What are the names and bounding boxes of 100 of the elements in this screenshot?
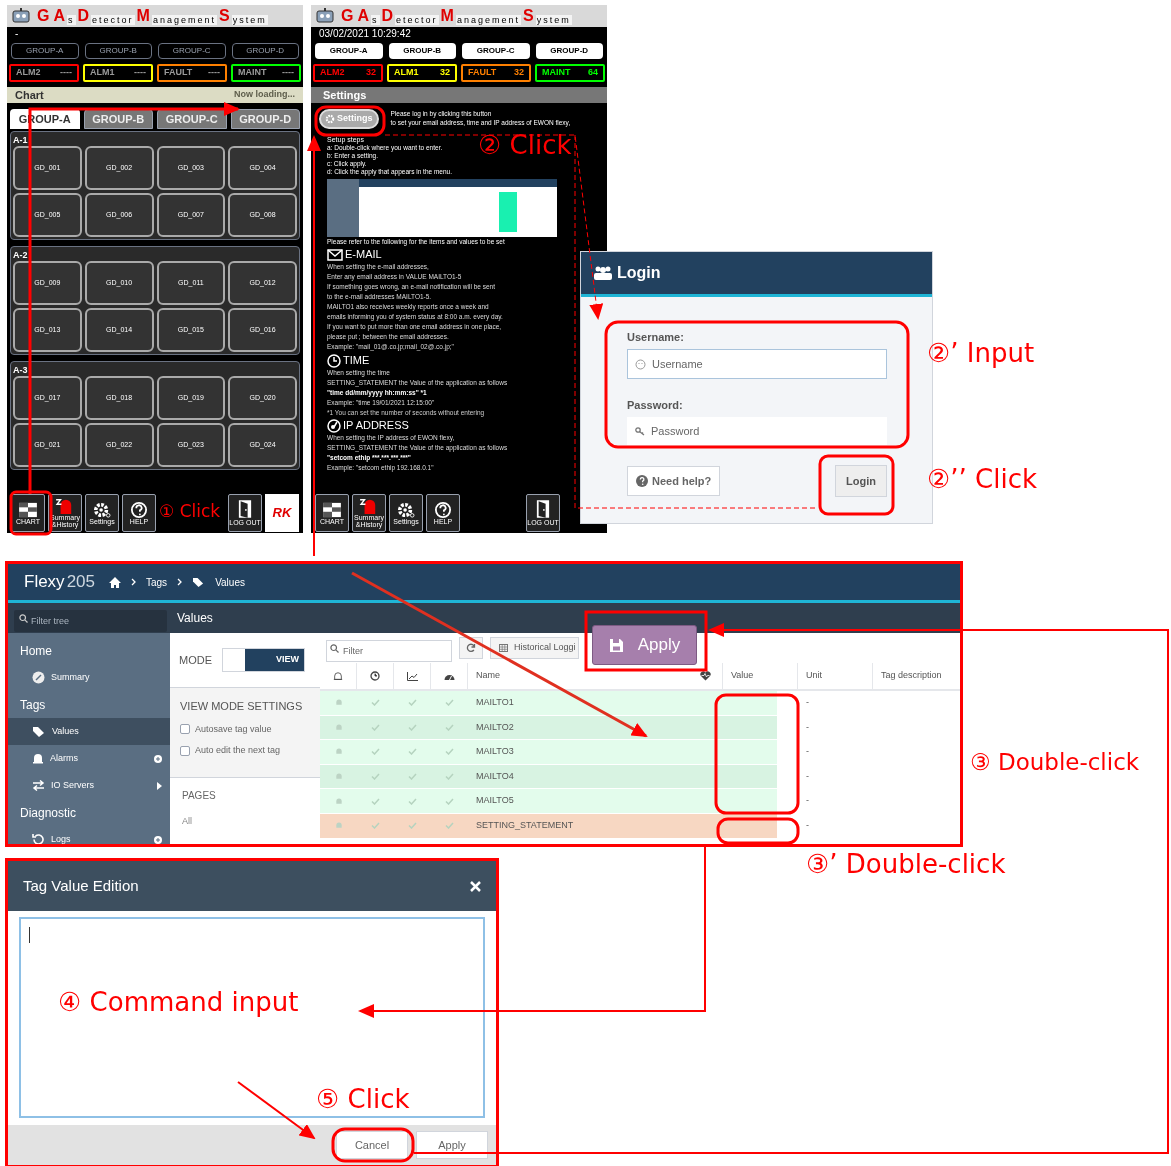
section-heading: IP ADDRESS (343, 419, 409, 432)
step-annotation: ②’ Input (927, 338, 1035, 368)
area-label: A-1 (13, 134, 28, 146)
tag-name: MAILTO1 (476, 697, 514, 708)
step-annotation: ②’’ Click (927, 464, 1038, 494)
tag-name: SETTING_STATEMENT (476, 820, 574, 830)
checkbox[interactable] (180, 745, 190, 756)
sidebar-group[interactable]: Diagnostic (20, 803, 77, 822)
door-icon (238, 499, 252, 519)
cancel-button[interactable]: Cancel (336, 1131, 408, 1159)
home-icon (109, 576, 121, 588)
apply-button[interactable]: Apply (416, 1131, 488, 1159)
row-highlight[interactable]: MAILTO3 (320, 740, 777, 764)
group-button[interactable]: GROUP-B (84, 43, 152, 59)
column-header: Value (731, 669, 754, 683)
globe-icon (327, 418, 341, 433)
group-button[interactable]: GROUP-B (388, 43, 456, 59)
sidebar-item[interactable]: Values (8, 718, 170, 745)
company-logo: RK (265, 494, 299, 532)
group-button[interactable]: GROUP-D (535, 43, 603, 59)
brand-name: Flexy205 (24, 571, 95, 594)
login-button[interactable]: Login (835, 465, 887, 497)
highlight-outline (9, 490, 53, 536)
settings-icon (91, 501, 113, 518)
group-button[interactable]: GROUP-C (462, 43, 530, 59)
step-annotation: ③’ Double-click (806, 849, 1006, 879)
unit-cell: - (806, 795, 809, 806)
sidebar-group[interactable]: Home (20, 641, 52, 660)
unit-cell: - (806, 721, 809, 732)
password-field[interactable]: Password (627, 417, 887, 445)
row-highlight[interactable]: MAILTO4 (320, 764, 777, 789)
tag-name: MAILTO4 (476, 770, 514, 781)
mode-toggle[interactable]: VIEW (222, 648, 305, 672)
page-link[interactable]: All (182, 815, 192, 829)
status-label: ALM2 (320, 66, 345, 80)
group-button[interactable]: GROUP-D (231, 43, 299, 59)
bell-icon (334, 747, 343, 757)
group-button[interactable]: GROUP-C (158, 43, 226, 59)
step-annotation: ① Click (159, 500, 221, 523)
smiley-icon (635, 358, 646, 370)
check-icon (371, 822, 380, 830)
gear-icon (325, 114, 335, 124)
check-icon (408, 797, 417, 805)
check-icon (408, 723, 417, 731)
status-count: ---- (60, 66, 72, 80)
tags-icon (32, 725, 46, 738)
bell-icon (334, 821, 343, 831)
historical-logging-button[interactable]: Historical Loggi (490, 637, 579, 659)
clock-icon (327, 353, 341, 368)
check-icon (371, 699, 380, 707)
close-icon[interactable] (470, 880, 481, 892)
status-label: MAINT (238, 66, 267, 80)
help-button[interactable]: Need help? (627, 466, 721, 496)
group-button[interactable]: GROUP-A (315, 43, 383, 59)
question-icon (636, 475, 648, 487)
column-header: Unit (806, 669, 822, 683)
group-tab[interactable]: GROUP-D (230, 109, 300, 129)
row-highlight[interactable]: SETTING_STATEMENT (320, 813, 777, 838)
tag-name: MAILTO3 (476, 746, 514, 757)
checkbox-label: Autosave tag value (195, 722, 272, 736)
row-highlight[interactable]: MAILTO5 (320, 789, 777, 813)
step-annotation: ④ Command input (58, 987, 299, 1017)
dialog-title: Tag Value Edition (23, 875, 139, 896)
bell-icon (334, 772, 343, 782)
area-label: A-3 (13, 364, 28, 376)
breadcrumb-link[interactable]: Tags (146, 574, 168, 590)
filter-field[interactable]: Filter (326, 640, 452, 662)
checkbox[interactable] (180, 724, 190, 735)
field-label: Password: (627, 397, 683, 413)
tree-filter-field[interactable]: Filter tree (14, 610, 167, 632)
group-button[interactable]: GROUP-A (11, 43, 79, 59)
status-count: 64 (588, 66, 598, 80)
status-label: MAINT (542, 66, 571, 80)
status-label: FAULT (468, 66, 497, 80)
value-text-area[interactable] (19, 917, 485, 1118)
status-count: ---- (282, 66, 294, 80)
check-icon (408, 822, 417, 830)
check-icon (445, 822, 454, 830)
group-tab[interactable]: GROUP-B (83, 109, 153, 129)
sidebar-group[interactable]: Tags (20, 695, 46, 714)
unit-cell: - (806, 820, 809, 830)
check-icon (371, 748, 380, 756)
heartbeat-icon (699, 671, 711, 681)
section-title: Settings (323, 87, 367, 103)
check-icon (408, 773, 417, 781)
breadcrumb-link[interactable]: Values (215, 574, 245, 590)
username-field[interactable]: Username (627, 348, 887, 379)
check-icon (408, 748, 417, 756)
section-heading: TIME (343, 354, 370, 367)
dialog-title: Login (617, 263, 661, 283)
check-icon (445, 748, 454, 756)
refresh-button[interactable] (459, 637, 483, 659)
users-icon (593, 265, 613, 281)
status-count: 32 (440, 66, 450, 80)
robot-icon (11, 8, 31, 24)
area-label: A-2 (13, 249, 28, 261)
check-icon (445, 699, 454, 707)
row-highlight[interactable]: MAILTO1 (320, 691, 777, 715)
search-icon (19, 614, 28, 623)
check-icon (445, 723, 454, 731)
